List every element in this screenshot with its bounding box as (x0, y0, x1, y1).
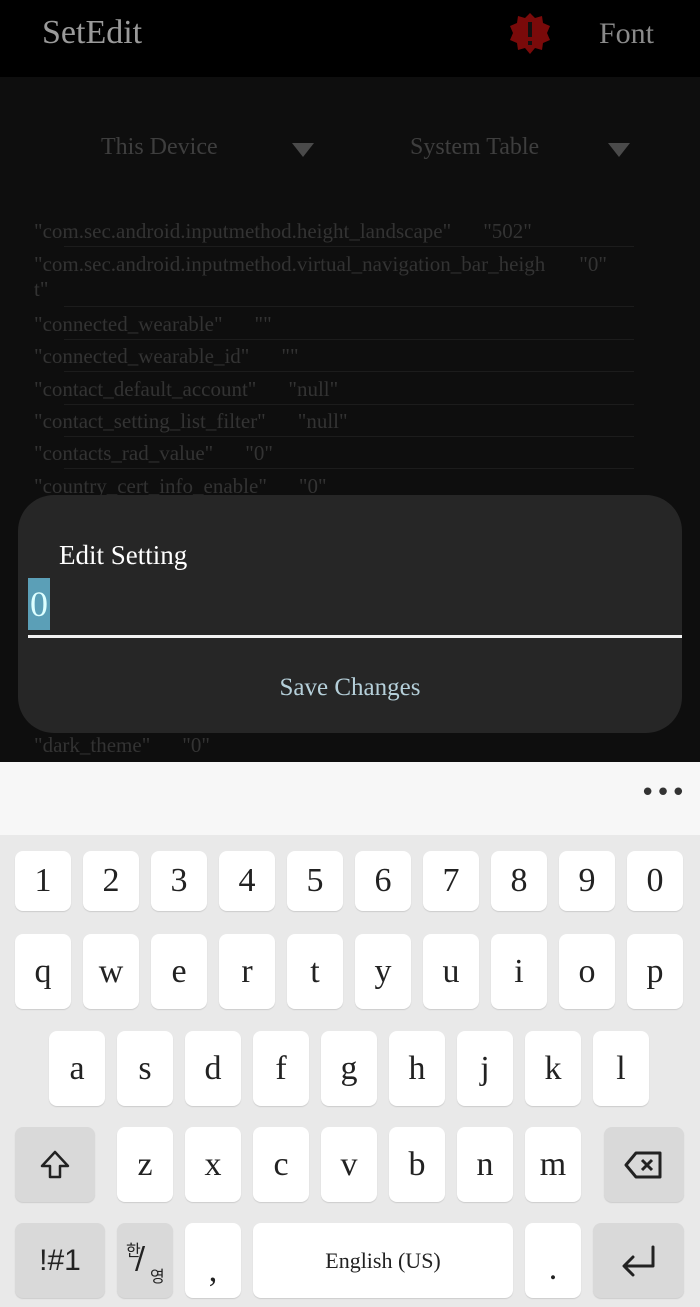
key-r[interactable]: r (219, 934, 275, 1009)
key-c[interactable]: c (253, 1127, 309, 1202)
save-changes-button[interactable]: Save Changes (18, 674, 682, 702)
setting-key: "contacts_rad_value" (34, 441, 214, 465)
key-5[interactable]: 5 (287, 851, 343, 911)
list-item[interactable]: "dark_theme" "0" (34, 733, 210, 758)
key-g[interactable]: g (321, 1031, 377, 1106)
setting-value: "null" (297, 409, 348, 433)
comma-key[interactable]: , (185, 1223, 241, 1298)
key-2[interactable]: 2 (83, 851, 139, 911)
setting-value: "" (281, 344, 299, 368)
setting-key: "dark_theme" (34, 733, 151, 757)
setting-value: "" (254, 312, 272, 336)
language-switch-key[interactable]: 한 / 영 (117, 1223, 173, 1298)
key-x[interactable]: x (185, 1127, 241, 1202)
key-u[interactable]: u (423, 934, 479, 1009)
list-item[interactable]: "com.sec.android.inputmethod.virtual_nav… (34, 252, 607, 302)
enter-key[interactable] (593, 1223, 684, 1298)
setting-key: "com.sec.android.inputmethod.virtual_nav… (34, 252, 546, 276)
divider (64, 436, 634, 437)
key-v[interactable]: v (321, 1127, 377, 1202)
dialog-title: Edit Setting (59, 540, 188, 570)
period-key[interactable]: . (525, 1223, 581, 1298)
setting-key: "connected_wearable_id" (34, 344, 250, 368)
key-e[interactable]: e (151, 934, 207, 1009)
setting-value: "502" (483, 219, 532, 243)
table-dropdown[interactable]: System Table (410, 134, 539, 161)
keyboard-toolbar (0, 762, 700, 835)
key-p[interactable]: p (627, 934, 683, 1009)
key-4[interactable]: 4 (219, 851, 275, 911)
key-6[interactable]: 6 (355, 851, 411, 911)
setting-key-wrap: t" (34, 277, 49, 301)
setting-key: "contact_default_account" (34, 377, 257, 401)
key-j[interactable]: j (457, 1031, 513, 1106)
divider (64, 306, 634, 307)
symbols-key[interactable]: !#1 (15, 1223, 105, 1298)
setting-value-input[interactable]: 0 (28, 578, 682, 638)
enter-icon (622, 1245, 654, 1276)
key-l[interactable]: l (593, 1031, 649, 1106)
chevron-down-icon[interactable] (292, 143, 314, 157)
shift-key[interactable] (15, 1127, 95, 1202)
font-button[interactable]: Font (599, 17, 654, 51)
key-9[interactable]: 9 (559, 851, 615, 911)
list-item[interactable]: "contact_setting_list_filter" "null" (34, 409, 348, 434)
space-key[interactable]: English (US) (253, 1223, 513, 1298)
more-options-icon[interactable]: ••• (640, 778, 686, 808)
list-item[interactable]: "connected_wearable_id" "" (34, 344, 299, 369)
key-0[interactable]: 0 (627, 851, 683, 911)
list-item[interactable]: "connected_wearable" "" (34, 312, 272, 337)
key-a[interactable]: a (49, 1031, 105, 1106)
key-3[interactable]: 3 (151, 851, 207, 911)
key-d[interactable]: d (185, 1031, 241, 1106)
list-item[interactable]: "contact_default_account" "null" (34, 377, 338, 402)
list-item[interactable]: "com.sec.android.inputmethod.height_land… (34, 219, 532, 244)
list-item[interactable]: "contacts_rad_value" "0" (34, 441, 273, 466)
key-s[interactable]: s (117, 1031, 173, 1106)
key-f[interactable]: f (253, 1031, 309, 1106)
divider (64, 371, 634, 372)
key-k[interactable]: k (525, 1031, 581, 1106)
divider (64, 468, 634, 469)
setting-key: "com.sec.android.inputmethod.height_land… (34, 219, 452, 243)
setting-value: "0" (182, 733, 210, 757)
device-dropdown[interactable]: This Device (101, 134, 218, 161)
key-t[interactable]: t (287, 934, 343, 1009)
setting-key: "contact_setting_list_filter" (34, 409, 266, 433)
backspace-key[interactable] (604, 1127, 684, 1202)
setting-key: "connected_wearable" (34, 312, 223, 336)
key-o[interactable]: o (559, 934, 615, 1009)
shift-icon (40, 1150, 70, 1178)
key-m[interactable]: m (525, 1127, 581, 1202)
backspace-icon (624, 1151, 662, 1178)
key-b[interactable]: b (389, 1127, 445, 1202)
alert-badge-icon[interactable] (508, 12, 552, 56)
setting-value: "null" (288, 377, 339, 401)
setting-value: "0" (245, 441, 273, 465)
divider (64, 339, 634, 340)
key-7[interactable]: 7 (423, 851, 479, 911)
chevron-down-icon[interactable] (608, 143, 630, 157)
setting-value: "0" (579, 252, 607, 276)
key-n[interactable]: n (457, 1127, 513, 1202)
key-z[interactable]: z (117, 1127, 173, 1202)
divider (64, 404, 634, 405)
divider (64, 246, 634, 247)
selected-value-text: 0 (28, 578, 50, 630)
key-q[interactable]: q (15, 934, 71, 1009)
key-i[interactable]: i (491, 934, 547, 1009)
app-title: SetEdit (42, 14, 143, 51)
key-y[interactable]: y (355, 934, 411, 1009)
key-8[interactable]: 8 (491, 851, 547, 911)
key-h[interactable]: h (389, 1031, 445, 1106)
key-w[interactable]: w (83, 934, 139, 1009)
key-1[interactable]: 1 (15, 851, 71, 911)
english-label: 영 (150, 1267, 165, 1286)
